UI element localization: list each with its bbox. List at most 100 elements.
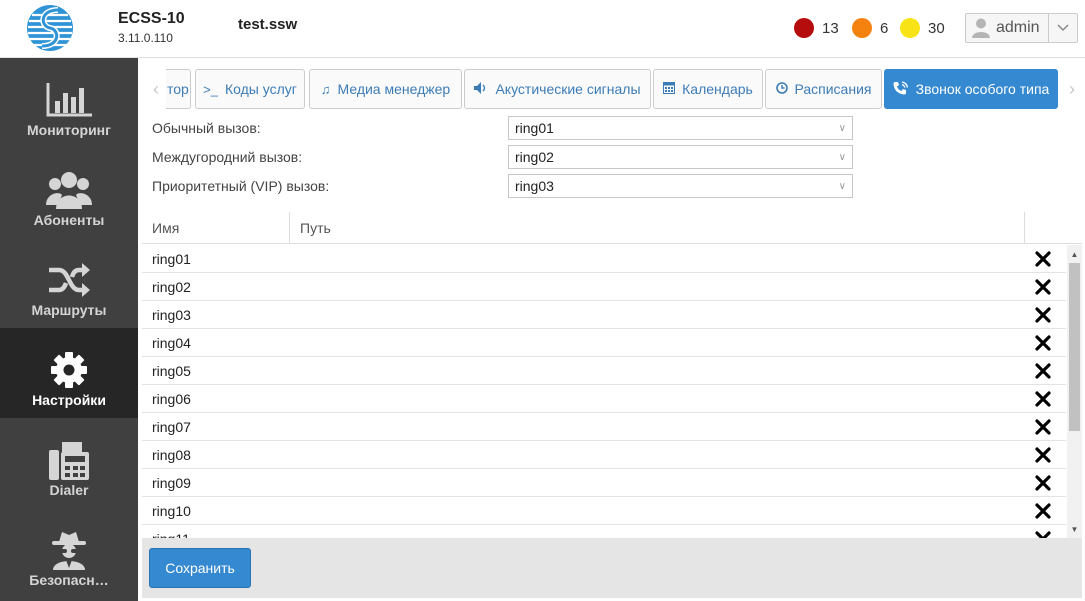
scroll-down-icon[interactable]: ▼ (1067, 522, 1082, 536)
table-row[interactable]: ring02 (142, 273, 1066, 301)
tab-special-call[interactable]: Звонок особого типа (884, 69, 1058, 109)
ring-name: ring02 (152, 278, 191, 295)
form-row-vip-call: Приоритетный (VIP) вызов: ring03 ∨ (152, 174, 853, 198)
eltex-logo[interactable] (26, 4, 74, 52)
app-version: 3.11.0.110 (118, 31, 173, 45)
table-row[interactable]: ring07 (142, 413, 1066, 441)
tab-schedules[interactable]: Расписания (765, 69, 882, 109)
app-name: ECSS-10 (118, 10, 185, 27)
form-row-long-distance-call: Междугородний вызов: ring02 ∨ (152, 145, 853, 169)
delete-icon[interactable] (1035, 307, 1051, 323)
chevron-down-icon: ∨ (838, 122, 846, 134)
delete-icon[interactable] (1035, 503, 1051, 519)
vip-call-select[interactable]: ring03 ∨ (508, 174, 853, 198)
shuffle-icon (47, 260, 91, 300)
scroll-up-icon[interactable]: ▲ (1067, 247, 1082, 261)
table-row[interactable]: ring08 (142, 441, 1066, 469)
delete-icon[interactable] (1035, 531, 1051, 538)
ring-name: ring08 (152, 446, 191, 463)
regular-call-select[interactable]: ring01 ∨ (508, 116, 853, 140)
alarm-critical[interactable]: 13 (794, 18, 839, 38)
form-label: Междугородний вызов: (152, 149, 303, 165)
form-label: Обычный вызов: (152, 120, 261, 136)
table-row[interactable]: ring04 (142, 329, 1066, 357)
tab-acoustic-signals[interactable]: Акустические сигналы (464, 69, 651, 109)
form-label: Приоритетный (VIP) вызов: (152, 178, 330, 194)
table-row[interactable]: ring11 (142, 525, 1066, 538)
sidebar-item-monitoring[interactable]: Мониторинг (0, 58, 138, 148)
alarm-minor[interactable]: 30 (900, 18, 945, 38)
table-row[interactable]: ring10 (142, 497, 1066, 525)
gear-icon (50, 350, 88, 390)
sidebar: Мониторинг Абоненты Маршруты Настройки D… (0, 58, 138, 601)
table-header: Имя Путь (142, 212, 1082, 244)
tab-previous-truncated[interactable]: тор (166, 69, 191, 109)
ring-name: ring06 (152, 390, 191, 407)
ring-name: ring05 (152, 362, 191, 379)
long-distance-call-select[interactable]: ring02 ∨ (508, 145, 853, 169)
alarm-major-dot (852, 18, 872, 38)
alarm-minor-dot (900, 18, 920, 38)
table-row[interactable]: ring06 (142, 385, 1066, 413)
sidebar-item-routes[interactable]: Маршруты (0, 238, 138, 328)
chevron-down-icon: ∨ (838, 180, 846, 192)
delete-icon[interactable] (1035, 279, 1051, 295)
delete-icon[interactable] (1035, 475, 1051, 491)
tab-label: тор (167, 81, 189, 97)
table-row[interactable]: ring01 (142, 245, 1066, 273)
alarm-minor-count: 30 (928, 19, 945, 37)
sidebar-item-label: Настройки (32, 392, 106, 408)
delete-icon[interactable] (1035, 419, 1051, 435)
tab-service-codes[interactable]: >_ Коды услуг (195, 69, 305, 109)
chevron-right-icon[interactable]: › (1060, 69, 1084, 109)
fax-icon (49, 440, 89, 480)
table-row[interactable]: ring05 (142, 357, 1066, 385)
scrollbar-thumb[interactable] (1069, 263, 1080, 431)
calendar-icon (663, 81, 676, 97)
alarm-major[interactable]: 6 (852, 18, 888, 38)
sidebar-item-settings[interactable]: Настройки (0, 328, 138, 418)
alarm-major-count: 6 (880, 19, 889, 37)
delete-icon[interactable] (1035, 391, 1051, 407)
ring-name: ring03 (152, 306, 191, 323)
table-scrollbar[interactable]: ▲ ▼ (1067, 245, 1082, 538)
music-icon: ♫ (320, 81, 331, 97)
sidebar-item-subscribers[interactable]: Абоненты (0, 148, 138, 238)
footer-bar: Сохранить (142, 538, 1082, 598)
form-row-regular-call: Обычный вызов: ring01 ∨ (152, 116, 853, 140)
ring-name: ring10 (152, 502, 191, 519)
sidebar-item-label: Dialer (49, 482, 89, 498)
ring-name: ring01 (152, 250, 191, 267)
user-icon (966, 14, 996, 42)
column-header-path[interactable]: Путь (290, 212, 1024, 244)
tab-label: Календарь (682, 81, 753, 97)
project-name: test.ssw (238, 16, 298, 33)
tab-label: Акустические сигналы (495, 81, 641, 97)
ring-table-body: ring01 ring02 ring03 ring04 ring05 ring06 ring… (142, 245, 1066, 538)
chevron-down-icon[interactable] (1048, 14, 1076, 42)
table-row[interactable]: ring03 (142, 301, 1066, 329)
spy-icon (51, 530, 87, 570)
delete-icon[interactable] (1035, 335, 1051, 351)
sidebar-item-security[interactable]: Безопасн… (0, 508, 138, 598)
user-menu[interactable]: admin (965, 13, 1078, 43)
sidebar-item-label: Маршруты (31, 302, 107, 318)
chevron-left-icon[interactable]: ‹ (144, 69, 168, 109)
sidebar-item-label: Абоненты (33, 212, 105, 228)
delete-icon[interactable] (1035, 447, 1051, 463)
special-call-panel: Обычный вызов: ring01 ∨ Междугородний вы… (142, 112, 1085, 538)
sidebar-item-dialer[interactable]: Dialer (0, 418, 138, 508)
select-value: ring03 (515, 178, 554, 194)
users-icon (46, 170, 92, 210)
tab-media-manager[interactable]: ♫ Медиа менеджер (309, 69, 462, 109)
sidebar-item-label: Безопасн… (29, 572, 109, 588)
bar-chart-icon (46, 80, 92, 120)
chevron-down-icon: ∨ (838, 151, 846, 163)
delete-icon[interactable] (1035, 363, 1051, 379)
delete-icon[interactable] (1035, 251, 1051, 267)
save-button[interactable]: Сохранить (149, 548, 251, 588)
tab-calendar[interactable]: Календарь (653, 69, 763, 109)
top-header: ECSS-10 3.11.0.110 test.ssw 13 6 30 admi… (0, 0, 1085, 58)
table-row[interactable]: ring09 (142, 469, 1066, 497)
column-header-name[interactable]: Имя (142, 212, 288, 244)
